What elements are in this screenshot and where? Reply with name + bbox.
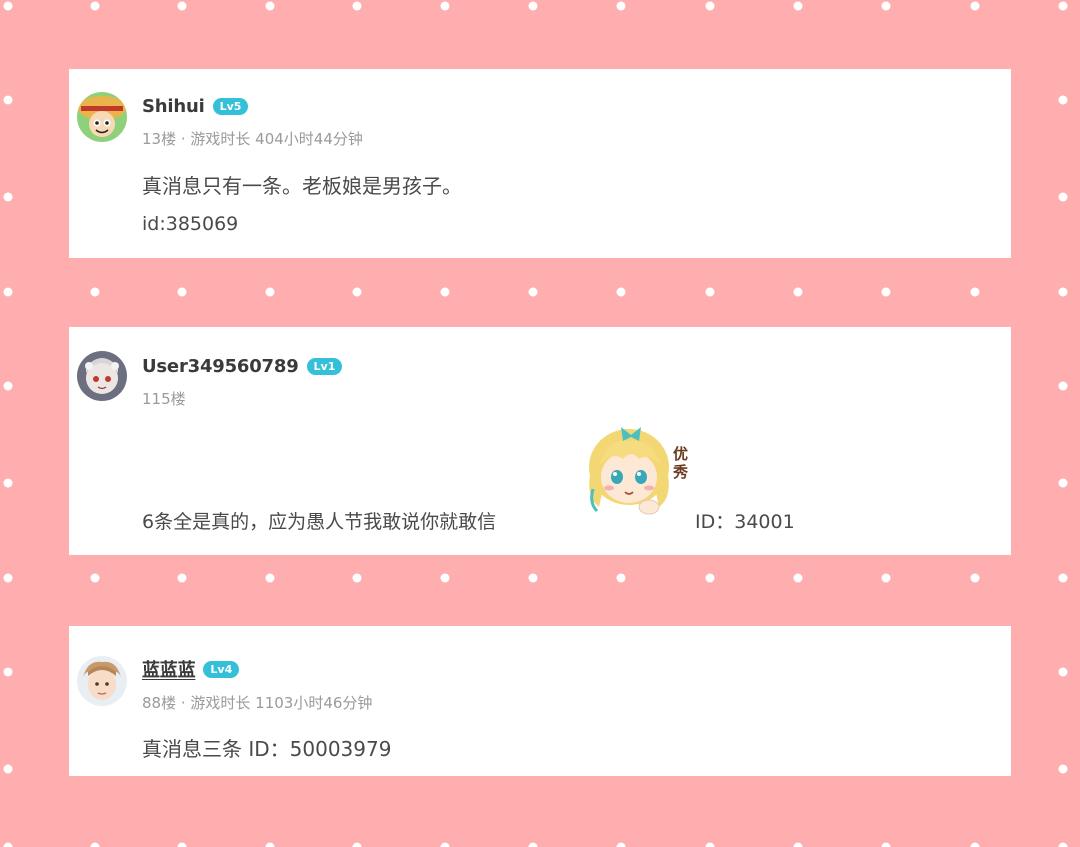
polka-dot (528, 842, 538, 847)
comment-id-text: id:385069 (142, 213, 239, 235)
polka-dot (90, 287, 100, 297)
comment-text: 真消息只有一条。老板娘是男孩子。 (142, 174, 462, 198)
polka-dot (3, 667, 13, 677)
polka-dot (3, 842, 13, 847)
comment-id-text: ID：34001 (695, 511, 795, 533)
polka-dot (705, 573, 715, 583)
avatar[interactable] (77, 92, 127, 142)
polka-dot (1058, 192, 1068, 202)
polka-dot (177, 287, 187, 297)
polka-dot (265, 573, 275, 583)
polka-dot (3, 478, 13, 488)
polka-dot (3, 764, 13, 774)
post-meta: 88楼 · 游戏时长 1103小时46分钟 (142, 694, 373, 712)
anime-girl-sticker: 优秀 (575, 419, 693, 519)
polka-dot (440, 573, 450, 583)
polka-dot (177, 1, 187, 11)
polka-dot (352, 287, 362, 297)
post-meta: 115楼 (142, 390, 186, 408)
comment-text: 真消息三条 ID：50003979 (142, 737, 392, 761)
polka-dot (1058, 764, 1068, 774)
polka-dot (90, 1, 100, 11)
avatar[interactable] (77, 656, 127, 706)
polka-dot (177, 842, 187, 847)
polka-dot (793, 1, 803, 11)
polka-dot (177, 573, 187, 583)
polka-dot (440, 842, 450, 847)
comment-card: 蓝蓝蓝 Lv4 88楼 · 游戏时长 1103小时46分钟 真消息三条 ID：5… (69, 626, 1011, 776)
polka-dot (3, 1, 13, 11)
polka-dot (616, 1, 626, 11)
polka-dot (1058, 667, 1068, 677)
username[interactable]: User349560789 (142, 356, 299, 377)
polka-dot (1058, 287, 1068, 297)
avatar[interactable] (77, 351, 127, 401)
polka-dot (793, 573, 803, 583)
polka-dot (881, 573, 891, 583)
polka-dot (90, 573, 100, 583)
polka-dot (616, 842, 626, 847)
comment-card: User349560789 Lv1 115楼 6条全是真的，应为愚人节我敢说你就… (69, 327, 1011, 555)
polka-dot (1058, 381, 1068, 391)
polka-dot (881, 842, 891, 847)
polka-dot (970, 287, 980, 297)
polka-dot (440, 287, 450, 297)
polka-dot (3, 192, 13, 202)
polka-dot (881, 287, 891, 297)
polka-dot (3, 381, 13, 391)
name-row: 蓝蓝蓝 Lv4 (142, 656, 240, 682)
polka-dot (881, 1, 891, 11)
polka-dot (970, 573, 980, 583)
polka-dot (793, 287, 803, 297)
polka-dot (90, 842, 100, 847)
polka-dot (3, 95, 13, 105)
polka-dot (1058, 478, 1068, 488)
polka-dot (1058, 573, 1068, 583)
level-badge: Lv1 (306, 357, 343, 375)
polka-dot (3, 573, 13, 583)
username[interactable]: 蓝蓝蓝 (142, 656, 196, 682)
polka-dot (528, 1, 538, 11)
username[interactable]: Shihui (142, 96, 205, 117)
polka-dot (1058, 842, 1068, 847)
polka-dot (793, 842, 803, 847)
polka-dot (705, 1, 715, 11)
name-row: Shihui Lv5 (142, 93, 249, 119)
polka-dot (616, 573, 626, 583)
polka-dot (352, 573, 362, 583)
name-row: User349560789 Lv1 (142, 353, 343, 379)
polka-dot (352, 842, 362, 847)
polka-dot (970, 842, 980, 847)
polka-dot (1058, 95, 1068, 105)
polka-dot (528, 287, 538, 297)
comment-text: 6条全是真的，应为愚人节我敢说你就敢信 (142, 511, 497, 533)
comment-card: Shihui Lv5 13楼 · 游戏时长 404小时44分钟 真消息只有一条。… (69, 69, 1011, 258)
polka-dot (616, 287, 626, 297)
polka-dot (265, 287, 275, 297)
level-badge: Lv4 (203, 660, 240, 678)
polka-dot (970, 1, 980, 11)
post-meta: 13楼 · 游戏时长 404小时44分钟 (142, 130, 363, 148)
polka-dot (705, 842, 715, 847)
polka-dot (1058, 1, 1068, 11)
level-badge: Lv5 (212, 97, 249, 115)
polka-dot (3, 287, 13, 297)
polka-dot (265, 842, 275, 847)
sticker-text: 优秀 (672, 445, 689, 481)
polka-dot (440, 1, 450, 11)
polka-dot (528, 573, 538, 583)
polka-dot (352, 1, 362, 11)
polka-dot (265, 1, 275, 11)
polka-dot (705, 287, 715, 297)
